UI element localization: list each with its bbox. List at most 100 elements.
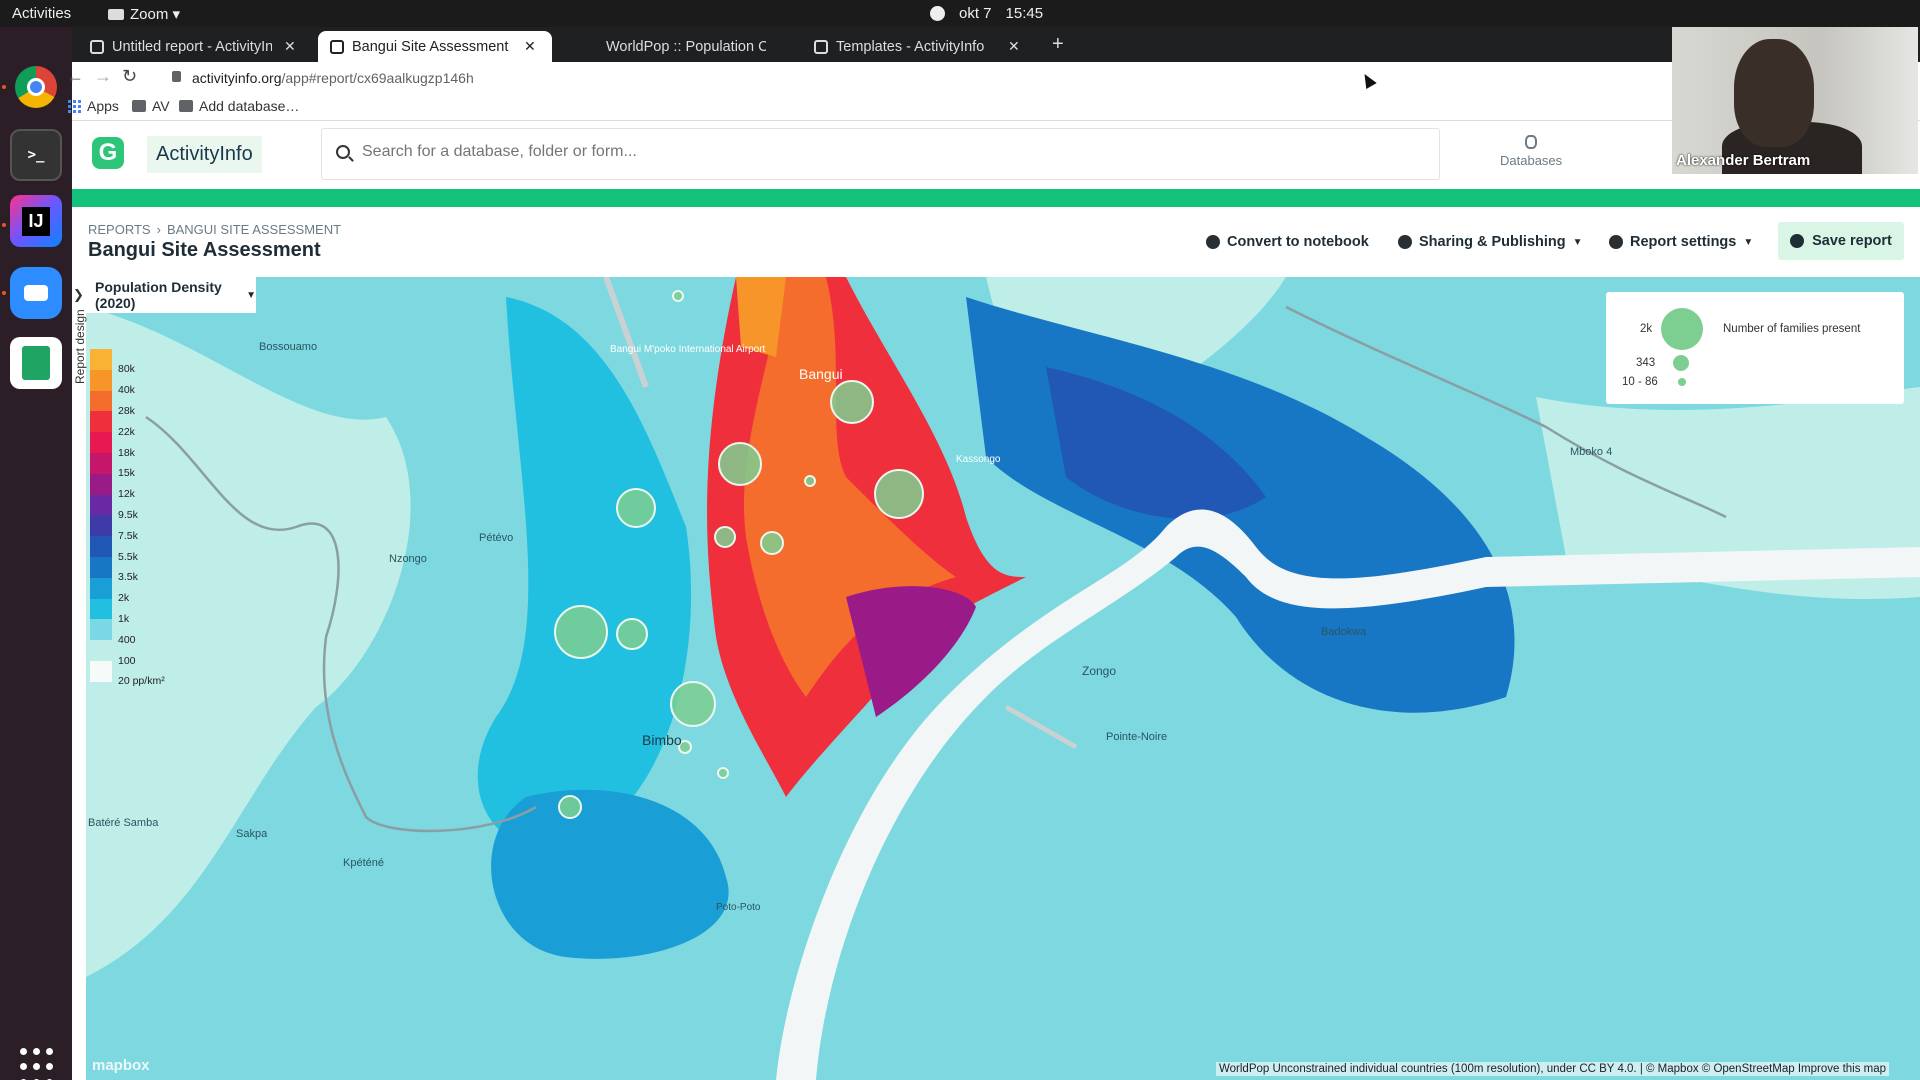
legend-swatch: [90, 515, 112, 537]
forward-icon[interactable]: →: [94, 66, 112, 87]
site-marker[interactable]: [718, 442, 762, 486]
site-marker[interactable]: [830, 380, 874, 424]
activityinfo-favicon-icon: [330, 39, 344, 54]
sharing-publishing-button[interactable]: Sharing & Publishing ▼: [1398, 234, 1583, 250]
app-menu[interactable]: Zoom ▾: [108, 5, 180, 23]
convert-to-notebook-button[interactable]: Convert to notebook: [1206, 234, 1369, 250]
brand-name[interactable]: ActivityInfo: [147, 136, 262, 173]
legend-label: 22k: [118, 425, 135, 438]
site-marker[interactable]: [558, 795, 582, 819]
convert-label: Convert to notebook: [1227, 234, 1369, 250]
save-report-button[interactable]: Save report: [1778, 222, 1904, 260]
tab-templates[interactable]: Templates - ActivityInfo ✕: [802, 31, 1036, 62]
site-marker[interactable]: [714, 526, 736, 548]
bookmark-add-database[interactable]: Add database…: [179, 98, 299, 114]
browser-toolbar: ← → ↻ activityinfo.org/app#report/cx69aa…: [66, 62, 1920, 93]
gear-icon: [1609, 235, 1623, 249]
tab-title: Templates - ActivityInfo: [836, 38, 985, 55]
accent-bar: [72, 189, 1920, 207]
intellij-icon[interactable]: IJ: [10, 195, 62, 247]
address-bar[interactable]: activityinfo.org/app#report/cx69aalkugzp…: [192, 70, 474, 86]
place-label: Mboko 4: [1570, 446, 1612, 458]
activityinfo-favicon-icon: [814, 39, 828, 54]
zoom-participant-video[interactable]: Alexander Bertram: [1672, 27, 1918, 174]
page-title: Bangui Site Assessment: [88, 239, 321, 261]
tab-bangui-site-assessment[interactable]: Bangui Site Assessment - ActivityInfo ✕: [318, 31, 552, 62]
site-marker[interactable]: [874, 469, 924, 519]
clock-date: okt 7: [959, 5, 992, 22]
tab-untitled-report[interactable]: Untitled report - ActivityInfo ✕: [78, 31, 312, 62]
url-host: activityinfo.org: [192, 70, 282, 86]
check-circle-icon: [1790, 234, 1805, 248]
site-marker[interactable]: [760, 531, 784, 555]
search-input[interactable]: [362, 143, 1062, 161]
nav-databases[interactable]: Databases: [1500, 135, 1562, 168]
close-tab-icon[interactable]: ✕: [524, 38, 536, 55]
size-legend-level: 2k: [1640, 323, 1653, 335]
legend-swatch: [90, 494, 112, 516]
search-box[interactable]: [321, 128, 1440, 180]
mapbox-logo[interactable]: mapbox: [92, 1057, 150, 1074]
legend-label: 1k: [118, 612, 130, 625]
chrome-icon[interactable]: [10, 61, 62, 113]
terminal-icon[interactable]: >_: [10, 129, 62, 181]
zoom-app-icon[interactable]: [10, 267, 62, 319]
app-menu-label: Zoom ▾: [130, 6, 181, 23]
place-label: Zongo: [1082, 664, 1116, 678]
caret-down-icon: ▼: [1743, 236, 1754, 248]
site-marker[interactable]: [804, 475, 816, 487]
report-design-panel-toggle[interactable]: ❯ Report design: [72, 277, 87, 1080]
map-canvas[interactable]: ❯ Report design Bossouamo Bangui M'poko …: [72, 277, 1920, 1080]
layer-selector[interactable]: Population Density (2020) ▼: [86, 277, 256, 313]
video-camera-icon: [108, 8, 124, 20]
legend-label: 9.5k: [118, 508, 138, 521]
density-legend: 80k 40k 28k 22k 18k 15k 12k 9.5k 7.5k 5.…: [90, 349, 165, 687]
breadcrumb: REPORTS › BANGUI SITE ASSESSMENT: [88, 222, 341, 237]
close-tab-icon[interactable]: ✕: [1008, 38, 1020, 55]
browser-window: Untitled report - ActivityInfo ✕ Bangui S…: [66, 27, 1920, 1080]
place-label: Sakpa: [236, 828, 268, 840]
clock[interactable]: okt 7 15:45: [930, 5, 1043, 22]
report-design-label: Report design: [73, 309, 87, 384]
nav-databases-label: Databases: [1500, 153, 1563, 168]
legend-label: 5.5k: [118, 550, 138, 563]
legend-swatch: [90, 452, 112, 474]
place-label: Bangui: [799, 366, 843, 382]
site-marker[interactable]: [717, 767, 729, 779]
url-path: /app#report/cx69aalkugzp146h: [281, 70, 474, 86]
activities-button[interactable]: Activities: [12, 5, 71, 22]
tab-worldpop[interactable]: WorldPop :: Population Counts: [572, 31, 806, 62]
legend-swatch: [90, 640, 112, 661]
report-settings-button[interactable]: Report settings ▼: [1609, 234, 1753, 250]
bookmark-apps[interactable]: Apps: [68, 98, 119, 114]
notebook-icon: [1206, 235, 1220, 249]
back-icon[interactable]: ←: [66, 66, 84, 87]
reload-icon[interactable]: ↻: [122, 66, 137, 87]
breadcrumb-current[interactable]: BANGUI SITE ASSESSMENT: [167, 222, 341, 237]
activityinfo-logo-icon[interactable]: G: [92, 137, 124, 169]
show-apps-icon[interactable]: [16, 1047, 56, 1080]
site-marker[interactable]: [670, 681, 716, 727]
legend-label: 12k: [118, 488, 135, 501]
legend-swatch: [90, 619, 112, 641]
close-tab-icon[interactable]: ✕: [284, 38, 296, 55]
breadcrumb-reports[interactable]: REPORTS: [88, 222, 151, 237]
legend-swatch: [90, 473, 112, 495]
database-icon: [1525, 135, 1538, 149]
spreadsheet-icon[interactable]: [10, 337, 62, 389]
size-legend-level: 10 - 86: [1622, 376, 1658, 388]
map-attribution[interactable]: WorldPop Unconstrained individual countr…: [1216, 1062, 1890, 1076]
new-tab-icon[interactable]: +: [1052, 33, 1064, 56]
participant-silhouette: [1734, 39, 1814, 147]
legend-label: 100: [118, 654, 136, 667]
tab-title: Untitled report - ActivityInfo: [112, 38, 272, 55]
site-marker[interactable]: [554, 605, 608, 659]
legend-label: 15k: [118, 467, 135, 480]
bookmark-label: Add database…: [199, 98, 300, 114]
bookmark-av[interactable]: AV: [132, 98, 170, 114]
site-marker[interactable]: [616, 488, 656, 528]
tab-title: Bangui Site Assessment - ActivityInfo: [352, 38, 512, 55]
site-marker[interactable]: [672, 290, 684, 302]
site-marker[interactable]: [616, 618, 648, 650]
legend-label: 40k: [118, 384, 135, 397]
